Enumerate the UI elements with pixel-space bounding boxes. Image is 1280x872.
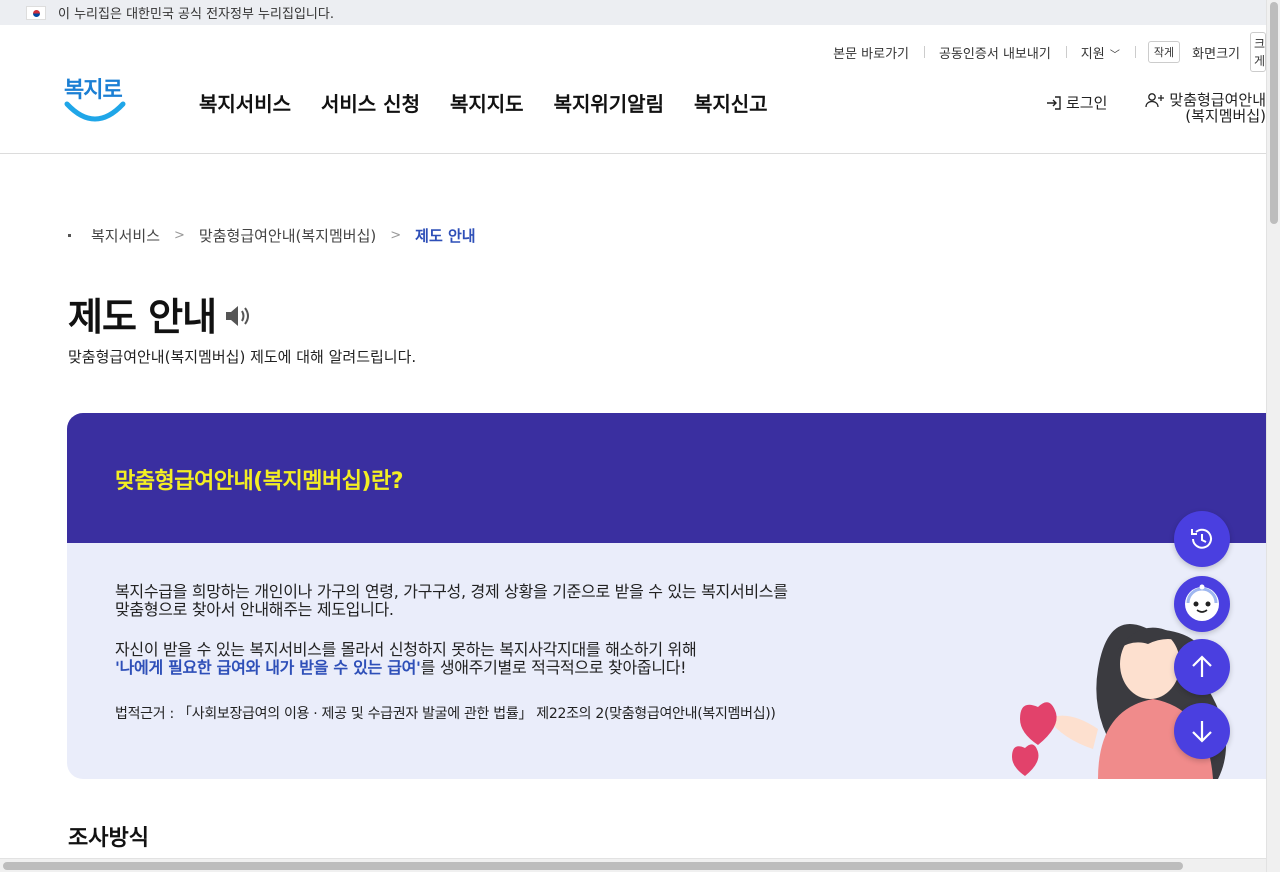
membership-label-line2: (복지멤버십) <box>1185 107 1266 125</box>
user-add-icon <box>1145 93 1165 108</box>
gnb-welfare-map[interactable]: 복지지도 <box>450 88 524 117</box>
divider <box>1134 46 1136 58</box>
intro-para2-rest: 를 생애주기별로 적극적으로 찾아줍니다! <box>420 658 687 677</box>
chatbot-button[interactable] <box>1174 576 1230 632</box>
gov-notice-bar: 이 누리집은 대한민국 공식 전자정부 누리집입니다. <box>0 0 1266 25</box>
text-small-button[interactable]: 작게 <box>1147 41 1181 63</box>
gnb-welfare-service[interactable]: 복지서비스 <box>199 88 291 117</box>
intro-card: 맞춤형급여안내(복지멤버십)란? 복지수급을 희망하는 개인이나 가구의 연령,… <box>67 413 1266 779</box>
intro-card-heading: 맞춤형급여안내(복지멤버십)란? <box>115 469 404 494</box>
breadcrumb-item-welfare-service[interactable]: 복지서비스 <box>91 225 160 246</box>
member-menu: 로그인 맞춤형급여안내 (복지멤버십) <box>1046 92 1266 124</box>
vertical-scroll-thumb[interactable] <box>1270 2 1278 224</box>
login-button[interactable]: 로그인 <box>1046 92 1107 113</box>
korea-flag-icon <box>26 5 46 20</box>
scroll-top-button[interactable] <box>1174 639 1230 695</box>
arrow-down-icon <box>1192 721 1212 743</box>
vertical-scrollbar[interactable] <box>1266 0 1280 872</box>
speaker-icon[interactable] <box>224 304 252 328</box>
page-description: 맞춤형급여안내(복지멤버십) 제도에 대해 알려드립니다. <box>68 348 417 366</box>
logo-smile-icon <box>64 101 126 122</box>
gov-notice-text: 이 누리집은 대한민국 공식 전자정부 누리집입니다. <box>58 7 334 22</box>
scroll-bottom-button[interactable] <box>1174 703 1230 759</box>
chevron-down-icon: ﹀ <box>1106 49 1120 61</box>
membership-join-button[interactable]: 맞춤형급여안내 (복지멤버십) <box>1145 92 1266 124</box>
arrow-up-icon <box>1192 655 1212 677</box>
site-logo[interactable]: 복지로 <box>64 72 128 126</box>
breadcrumb: 복지서비스 > 맞춤형급여안내(복지멤버십) > 제도 안내 <box>68 225 476 246</box>
chatbot-icon <box>1185 584 1219 621</box>
breadcrumb-item-current: 제도 안내 <box>415 227 476 245</box>
page-title: 제도 안내 <box>68 295 217 339</box>
recent-history-button[interactable] <box>1174 511 1230 567</box>
skip-to-content-link[interactable]: 본문 바로가기 <box>818 43 924 62</box>
home-icon <box>68 234 71 237</box>
gnb-service-apply[interactable]: 서비스 신청 <box>321 88 420 117</box>
intro-card-header: 맞춤형급여안내(복지멤버십)란? <box>67 413 1266 543</box>
page-title-block: 제도 안내 <box>68 286 252 341</box>
chevron-right-icon: > <box>390 228 402 243</box>
horizontal-scroll-thumb[interactable] <box>3 862 1183 870</box>
cert-export-link[interactable]: 공동인증서 내보내기 <box>924 43 1066 62</box>
history-icon <box>1191 528 1212 549</box>
screen-size-label: 화면크기 <box>1192 46 1240 62</box>
utility-menu: 본문 바로가기 공동인증서 내보내기 지원 ﹀ 작게 화면크기 크게 <box>818 32 1266 72</box>
main-navigation: 복지서비스 서비스 신청 복지지도 복지위기알림 복지신고 <box>199 88 768 117</box>
membership-label-line1: 맞춤형급여안내 <box>1169 91 1266 109</box>
survey-method-heading: 조사방식 <box>68 826 149 851</box>
gnb-welfare-report[interactable]: 복지신고 <box>694 88 768 117</box>
horizontal-scrollbar[interactable] <box>0 858 1266 872</box>
chevron-right-icon: > <box>174 228 185 243</box>
support-menu[interactable]: 지원 ﹀ <box>1065 43 1135 62</box>
support-label: 지원 <box>1080 46 1105 62</box>
breadcrumb-item-membership[interactable]: 맞춤형급여안내(복지멤버십) <box>199 225 376 246</box>
text-large-button[interactable]: 크게 <box>1250 32 1266 72</box>
header-divider <box>0 153 1266 154</box>
membership-label: 맞춤형급여안내 (복지멤버십) <box>1169 92 1266 124</box>
gnb-crisis-alert[interactable]: 복지위기알림 <box>554 88 664 117</box>
login-icon <box>1046 95 1061 110</box>
intro-highlight: '나에게 필요한 급여와 내가 받을 수 있는 급여' <box>115 658 421 677</box>
login-label: 로그인 <box>1065 94 1108 112</box>
